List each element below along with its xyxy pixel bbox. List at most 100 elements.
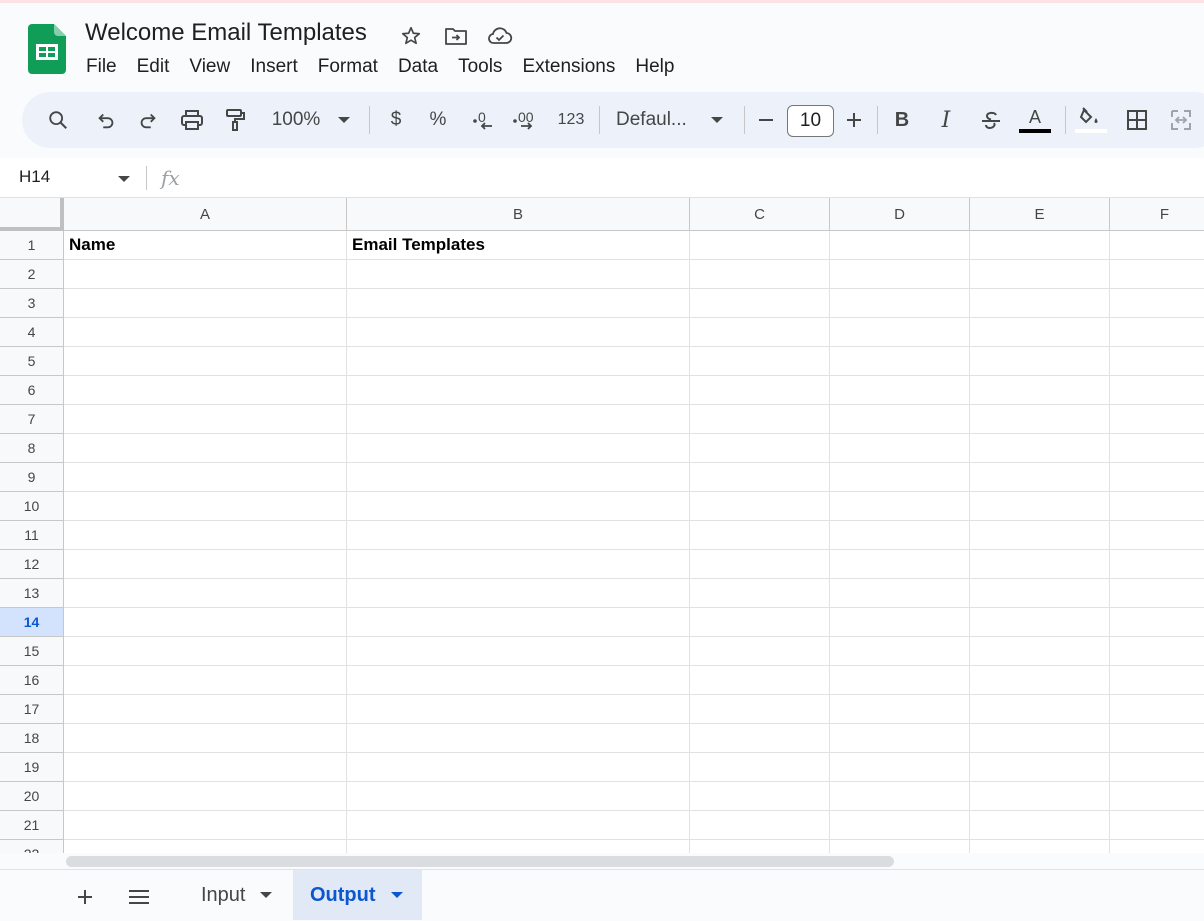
cell-f10[interactable] [1110,492,1204,521]
move-to-folder-icon[interactable] [443,24,469,48]
cell-c18[interactable] [690,724,830,753]
document-title[interactable]: Welcome Email Templates [85,19,367,47]
cell-d7[interactable] [830,405,970,434]
row-header-14[interactable]: 14 [0,608,64,637]
menu-extensions[interactable]: Extensions [512,54,625,80]
select-all-corner[interactable] [0,198,64,231]
cell-f12[interactable] [1110,550,1204,579]
cell-d17[interactable] [830,695,970,724]
row-header-18[interactable]: 18 [0,724,64,753]
cell-d16[interactable] [830,666,970,695]
star-icon[interactable] [398,24,424,48]
row-header-12[interactable]: 12 [0,550,64,579]
cell-e8[interactable] [970,434,1110,463]
cell-a4[interactable] [64,318,347,347]
row-header-10[interactable]: 10 [0,492,64,521]
cell-f2[interactable] [1110,260,1204,289]
zoom-dropdown-icon[interactable] [332,92,356,148]
cell-b21[interactable] [347,811,690,840]
cell-c19[interactable] [690,753,830,782]
cell-e1[interactable] [970,231,1110,260]
cell-f14[interactable] [1110,608,1204,637]
cell-d11[interactable] [830,521,970,550]
cell-a18[interactable] [64,724,347,753]
sheet-tab-dropdown-icon[interactable] [390,891,404,899]
cell-a16[interactable] [64,666,347,695]
cell-b6[interactable] [347,376,690,405]
cell-b7[interactable] [347,405,690,434]
strikethrough-icon[interactable] [976,92,1006,148]
cell-e4[interactable] [970,318,1110,347]
cell-b12[interactable] [347,550,690,579]
cell-f15[interactable] [1110,637,1204,666]
cell-a22[interactable] [64,840,347,853]
row-header-5[interactable]: 5 [0,347,64,376]
cloud-saved-icon[interactable] [487,24,513,48]
row-header-17[interactable]: 17 [0,695,64,724]
cell-f16[interactable] [1110,666,1204,695]
row-header-3[interactable]: 3 [0,289,64,318]
cell-e2[interactable] [970,260,1110,289]
cell-d6[interactable] [830,376,970,405]
more-formats-button[interactable]: 123 [552,92,590,148]
cell-a20[interactable] [64,782,347,811]
cell-b22[interactable] [347,840,690,853]
cell-f8[interactable] [1110,434,1204,463]
cell-e10[interactable] [970,492,1110,521]
cell-f18[interactable] [1110,724,1204,753]
undo-icon[interactable] [86,92,126,148]
cell-e16[interactable] [970,666,1110,695]
cell-a6[interactable] [64,376,347,405]
cell-f20[interactable] [1110,782,1204,811]
cell-e21[interactable] [970,811,1110,840]
cell-d4[interactable] [830,318,970,347]
row-header-20[interactable]: 20 [0,782,64,811]
row-header-16[interactable]: 16 [0,666,64,695]
cell-c14[interactable] [690,608,830,637]
redo-icon[interactable] [128,92,168,148]
fill-color-icon[interactable] [1074,92,1108,148]
cell-e18[interactable] [970,724,1110,753]
name-box[interactable]: H14 [19,167,50,187]
row-header-22[interactable]: 22 [0,840,64,853]
cell-a3[interactable] [64,289,347,318]
cell-d15[interactable] [830,637,970,666]
currency-format-button[interactable]: $ [382,92,410,148]
cell-e6[interactable] [970,376,1110,405]
increase-font-size-icon[interactable] [842,92,866,148]
cell-c9[interactable] [690,463,830,492]
cell-f1[interactable] [1110,231,1204,260]
cell-c17[interactable] [690,695,830,724]
borders-icon[interactable] [1120,92,1154,148]
add-sheet-icon[interactable] [70,882,100,912]
menu-insert[interactable]: Insert [240,54,308,80]
cell-d2[interactable] [830,260,970,289]
menu-help[interactable]: Help [625,54,684,80]
cell-f4[interactable] [1110,318,1204,347]
cell-e5[interactable] [970,347,1110,376]
zoom-select[interactable]: 100% [265,92,327,148]
row-header-6[interactable]: 6 [0,376,64,405]
font-family-select[interactable]: Defaul... [616,92,696,148]
cell-f22[interactable] [1110,840,1204,853]
cell-a2[interactable] [64,260,347,289]
font-dropdown-icon[interactable] [708,92,726,148]
italic-button[interactable]: I [932,92,960,148]
cell-a15[interactable] [64,637,347,666]
row-header-1[interactable]: 1 [0,231,64,260]
menu-file[interactable]: File [76,54,127,80]
cell-b9[interactable] [347,463,690,492]
cell-c2[interactable] [690,260,830,289]
column-header-c[interactable]: C [690,198,830,231]
sheet-tab-dropdown-icon[interactable] [259,891,273,899]
cell-a11[interactable] [64,521,347,550]
cell-f5[interactable] [1110,347,1204,376]
cell-c4[interactable] [690,318,830,347]
cell-c7[interactable] [690,405,830,434]
cell-f9[interactable] [1110,463,1204,492]
cell-b15[interactable] [347,637,690,666]
cell-b14[interactable] [347,608,690,637]
cell-b16[interactable] [347,666,690,695]
menu-format[interactable]: Format [308,54,388,80]
cell-d3[interactable] [830,289,970,318]
